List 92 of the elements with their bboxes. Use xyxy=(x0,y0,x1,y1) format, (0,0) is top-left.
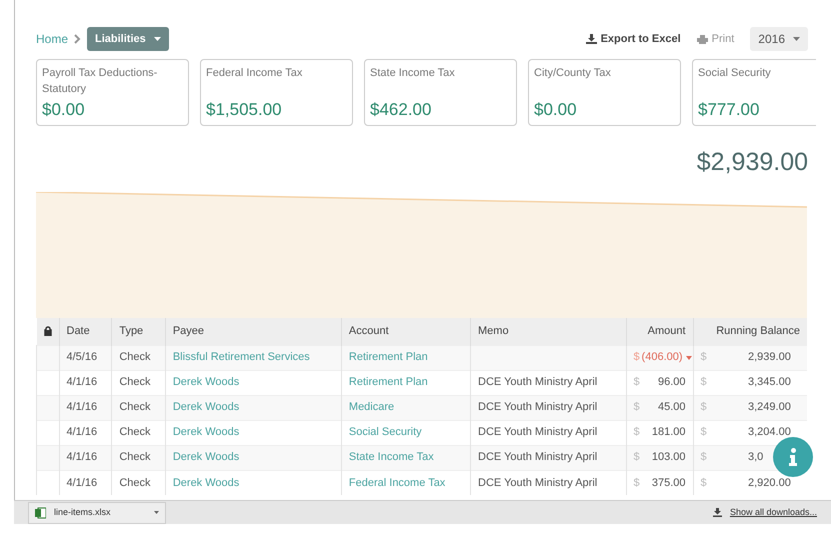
show-all-downloads-link[interactable]: Show all downloads... xyxy=(730,506,817,520)
printer-icon xyxy=(696,34,708,44)
currency-symbol: $ xyxy=(634,425,640,440)
summary-card[interactable]: Social Security $777.00 xyxy=(692,59,816,126)
type-cell: Check xyxy=(119,451,151,464)
date-cell: 4/1/16 xyxy=(66,426,98,438)
column-header: Running Balance xyxy=(716,325,800,337)
memo-cell: DCE Youth Ministry April xyxy=(478,476,598,488)
export-button[interactable]: Export to Excel xyxy=(586,30,681,48)
column-header: Memo xyxy=(478,325,509,337)
caret-icon xyxy=(793,37,800,41)
caret-icon xyxy=(154,37,161,41)
payee-link[interactable]: Derek Woods xyxy=(172,426,240,438)
currency-symbol: $ xyxy=(700,476,707,490)
info-button[interactable] xyxy=(773,437,813,477)
currency-symbol: $ xyxy=(700,425,707,440)
currency-symbol: $ xyxy=(634,375,640,390)
print-button[interactable]: Print xyxy=(696,30,734,48)
currency-symbol: $ xyxy=(700,400,707,416)
year-dropdown[interactable]: 2016 xyxy=(750,27,808,51)
card-amount: $777.00 xyxy=(698,100,760,120)
account-link[interactable]: Social Security xyxy=(348,426,422,438)
info-icon xyxy=(789,448,797,466)
card-amount: $0.00 xyxy=(42,100,86,120)
balance-cell: 3,204.00 xyxy=(748,426,791,438)
currency-symbol: $ xyxy=(700,350,707,366)
amount-cell-text: 181.00 xyxy=(652,425,686,440)
amount-cell-text: 96.00 xyxy=(658,375,686,390)
caret-icon[interactable] xyxy=(686,356,692,360)
type-cell: Check xyxy=(119,426,151,438)
account-link[interactable]: Federal Income Tax xyxy=(348,476,446,488)
card-title: Federal Income Tax xyxy=(206,66,304,81)
currency-symbol: $ xyxy=(700,450,707,466)
card-amount: $1,505.00 xyxy=(206,100,283,120)
currency-symbol: $ xyxy=(634,476,640,490)
date-cell: 4/1/16 xyxy=(66,376,98,388)
card-amount: $0.00 xyxy=(534,100,578,120)
payee-link[interactable]: Derek Woods xyxy=(172,451,240,464)
column-header: Type xyxy=(119,325,144,337)
date-cell: 4/5/16 xyxy=(66,351,98,364)
balance-cell: 3,0 xyxy=(748,451,764,464)
date-cell: 4/1/16 xyxy=(66,476,98,488)
column-header: Payee xyxy=(172,325,204,337)
spreadsheet-file-icon xyxy=(35,506,46,518)
currency-symbol: $ xyxy=(634,450,640,466)
memo-cell: DCE Youth Ministry April xyxy=(478,401,598,414)
balance-cell: 3,345.00 xyxy=(748,376,791,388)
lock-icon xyxy=(44,326,52,336)
memo-cell: DCE Youth Ministry April xyxy=(478,451,598,464)
summary-card[interactable]: State Income Tax $462.00 xyxy=(364,59,517,126)
memo-cell: DCE Youth Ministry April xyxy=(478,426,598,438)
type-cell: Check xyxy=(119,476,151,488)
download-icon xyxy=(712,508,722,517)
memo-cell: DCE Youth Ministry April xyxy=(478,376,598,388)
currency-symbol: $ xyxy=(634,350,640,366)
summary-card[interactable]: Federal Income Tax $1,505.00 xyxy=(200,59,353,126)
card-title: Social Security xyxy=(698,66,772,81)
home-link[interactable]: Home xyxy=(36,30,68,48)
currency-symbol: $ xyxy=(634,400,640,416)
currency-symbol: $ xyxy=(700,375,707,390)
amount-cell-text: 103.00 xyxy=(652,450,686,466)
column-header: Amount xyxy=(648,325,686,337)
card-title: Payroll Tax Deductions-Statutory xyxy=(42,66,158,97)
summary-card[interactable]: City/County Tax $0.00 xyxy=(528,59,681,126)
chevron-icon xyxy=(74,34,82,44)
payee-link[interactable]: Derek Woods xyxy=(172,476,240,488)
card-title: State Income Tax xyxy=(370,66,456,81)
payee-link[interactable]: Derek Woods xyxy=(172,376,240,388)
payee-link[interactable]: Derek Woods xyxy=(172,401,240,414)
download-icon xyxy=(586,34,597,44)
balance-cell: 2,939.00 xyxy=(748,351,791,364)
amount-cell-text: (406.00) xyxy=(642,350,683,366)
summary-card[interactable]: Payroll Tax Deductions-Statutory $0.00 xyxy=(36,59,189,126)
date-cell: 4/1/16 xyxy=(66,451,98,464)
total-amount: $2,939.00 xyxy=(696,148,808,176)
type-cell: Check xyxy=(119,376,151,388)
account-link[interactable]: Retirement Plan xyxy=(348,376,428,388)
download-item[interactable]: line-items.xlsx xyxy=(28,502,166,524)
column-header: Date xyxy=(66,325,90,337)
card-amount: $462.00 xyxy=(370,100,432,120)
date-cell: 4/1/16 xyxy=(66,401,98,414)
amount-cell-text: 375.00 xyxy=(652,476,686,490)
caret-icon[interactable] xyxy=(154,511,159,514)
balance-cell: 3,249.00 xyxy=(748,401,791,414)
balance-cell: 2,920.00 xyxy=(748,476,791,488)
card-title: City/County Tax xyxy=(534,66,612,81)
column-header: Account xyxy=(348,325,389,337)
liabilities-dropdown[interactable]: Liabilities xyxy=(87,26,169,52)
account-link[interactable]: Medicare xyxy=(348,401,394,414)
amount-cell-text: 45.00 xyxy=(658,400,686,416)
type-cell: Check xyxy=(119,401,151,414)
type-cell: Check xyxy=(119,351,151,364)
